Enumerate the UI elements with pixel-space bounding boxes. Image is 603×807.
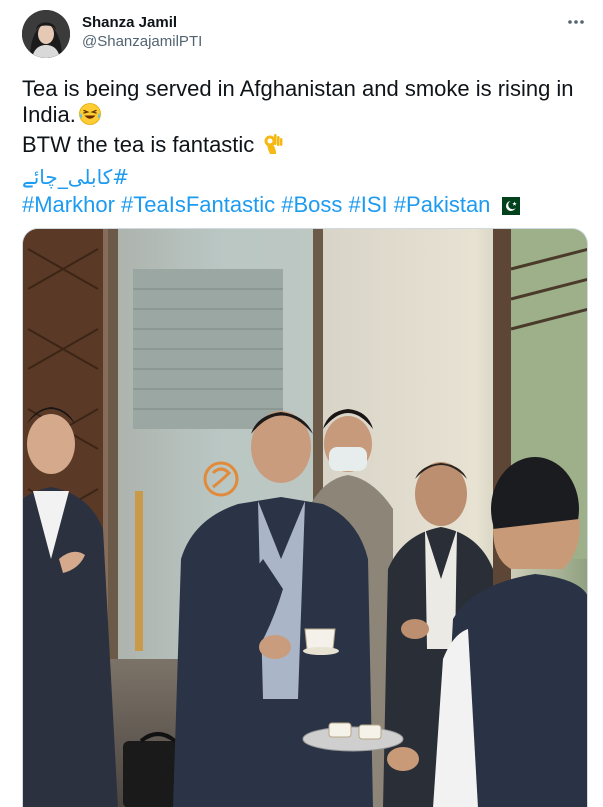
tweet-card: Shanza Jamil @ShanzajamilPTI Tea is bein… <box>0 0 603 807</box>
tweet-line-2-text: BTW the tea is fantastic <box>22 132 255 157</box>
display-name[interactable]: Shanza Jamil <box>82 14 202 32</box>
pakistan-flag-icon <box>496 195 521 221</box>
more-options-button[interactable] <box>564 12 588 32</box>
more-dots-icon <box>568 20 584 24</box>
hashtag-tea-is-fantastic[interactable]: #TeaIsFantastic <box>121 192 275 217</box>
hashtag-kabli-chai[interactable]: #کابلی_چائے <box>22 165 129 189</box>
hashtag-markhor[interactable]: #Markhor <box>22 192 115 217</box>
ok-hand-emoji-icon <box>262 132 284 162</box>
author-names: Shanza Jamil @ShanzajamilPTI <box>82 14 202 52</box>
hashtag-pakistan[interactable]: #Pakistan <box>394 192 491 217</box>
user-handle[interactable]: @ShanzajamilPTI <box>82 32 202 52</box>
tweet-line-1-text: Tea is being served in Afghanistan and s… <box>22 76 574 127</box>
tweet-text: Tea is being served in Afghanistan and s… <box>22 76 588 221</box>
tweet-header: Shanza Jamil @ShanzajamilPTI <box>22 10 588 60</box>
tweet-line-3: #کابلی_چائے <box>22 162 588 192</box>
profile-photo-icon <box>22 10 70 58</box>
hashtag-boss[interactable]: #Boss <box>281 192 342 217</box>
laughing-emoji-icon <box>78 102 102 132</box>
photo-scene <box>23 229 587 807</box>
hashtag-isi[interactable]: #ISI <box>349 192 388 217</box>
tweet-line-4: #Markhor #TeaIsFantastic #Boss #ISI #Pak… <box>22 192 588 221</box>
tweet-photo[interactable] <box>22 228 588 807</box>
tweet-line-1: Tea is being served in Afghanistan and s… <box>22 76 588 132</box>
avatar[interactable] <box>22 10 70 58</box>
tweet-line-2: BTW the tea is fantastic <box>22 132 588 162</box>
